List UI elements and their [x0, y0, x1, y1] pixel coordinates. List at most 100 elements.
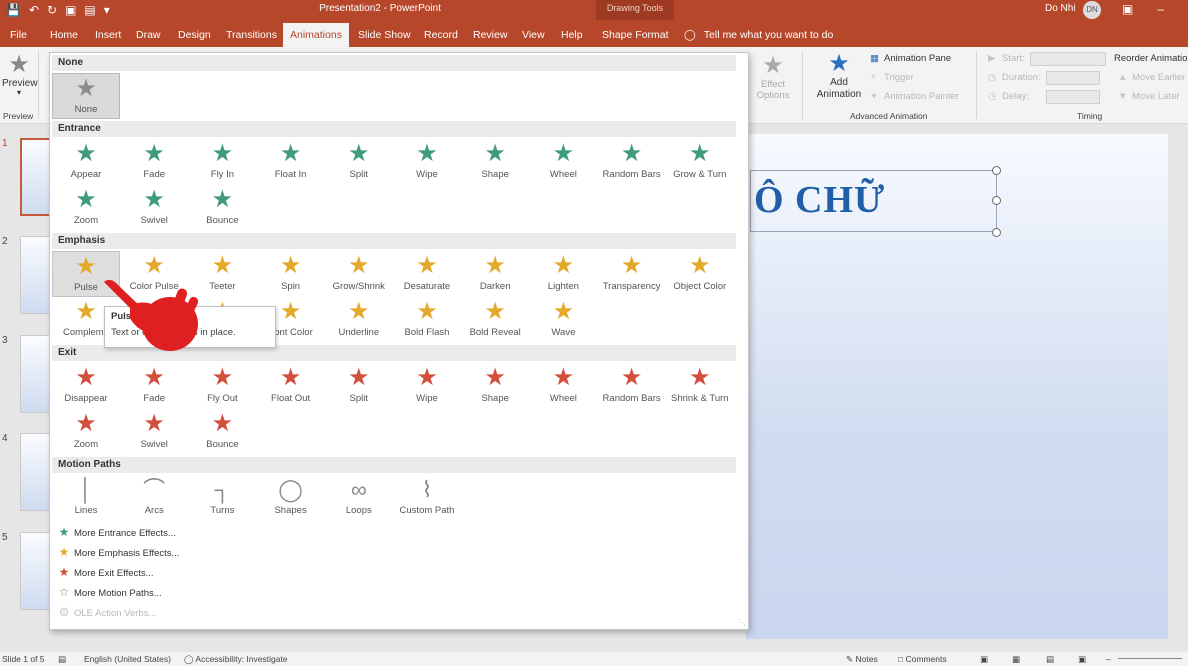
tab-slide-show[interactable]: Slide Show	[351, 25, 418, 47]
star-icon: ★	[416, 140, 438, 167]
zoom-out-icon[interactable]: –	[1106, 654, 1111, 664]
effect-exit-swivel[interactable]: ★ Swivel	[120, 409, 188, 455]
effect-emphasis-underline[interactable]: ★ Underline	[325, 297, 393, 343]
effect-exit-shape[interactable]: ★ Shape	[461, 363, 529, 409]
tell-me-box[interactable]: ◯ Tell me what you want to do	[684, 25, 833, 45]
more-emphasis-effects-link[interactable]: ★ More Emphasis Effects...	[54, 545, 180, 559]
zoom-slider[interactable]	[1118, 658, 1182, 659]
duration-input[interactable]	[1046, 71, 1100, 85]
trigger-button[interactable]: ⚡ Trigger	[870, 72, 914, 83]
minimize-icon[interactable]: –	[1157, 2, 1164, 16]
user-name[interactable]: Do Nhi	[1045, 3, 1076, 14]
move-later-button[interactable]: ▼ Move Later	[1118, 91, 1180, 102]
effect-entrance-bounce[interactable]: ★ Bounce	[188, 185, 256, 231]
effect-motion-loops[interactable]: ∞ Loops	[325, 475, 393, 521]
effect-exit-disappear[interactable]: ★ Disappear	[52, 363, 120, 409]
effect-emphasis-bold-reveal[interactable]: ★ Bold Reveal	[461, 297, 529, 343]
star-icon: ★	[211, 140, 234, 167]
ole-action-verbs-link[interactable]: ⚙ OLE Action Verbs...	[54, 605, 157, 619]
effect-entrance-split[interactable]: ★ Split	[325, 139, 393, 185]
resize-handle[interactable]	[992, 196, 1001, 205]
effect-exit-zoom[interactable]: ★ Zoom	[52, 409, 120, 455]
tab-home[interactable]: Home	[43, 25, 85, 47]
effect-entrance-wipe[interactable]: ★ Wipe	[393, 139, 461, 185]
effect-motion-turns[interactable]: ┐ Turns	[188, 475, 256, 521]
effect-exit-split[interactable]: ★ Split	[325, 363, 393, 409]
tab-shape-format[interactable]: Shape Format	[595, 25, 676, 47]
effect-motion-shapes[interactable]: ◯ Shapes	[257, 475, 325, 521]
effect-emphasis-spin[interactable]: ★ Spin	[257, 251, 325, 297]
effect-options-button[interactable]: ★ Effect Options	[752, 53, 794, 102]
effect-entrance-grow-turn[interactable]: ★ Grow & Turn	[666, 139, 734, 185]
language-status[interactable]: English (United States)	[84, 654, 171, 664]
more-motion-paths-link[interactable]: ☆ More Motion Paths...	[54, 585, 162, 599]
accessibility-status[interactable]: ◯ Accessibility: Investigate	[184, 654, 288, 665]
effect-emphasis-desaturate[interactable]: ★ Desaturate	[393, 251, 461, 297]
preview-button[interactable]: ★ Preview ▾	[2, 52, 38, 97]
animation-painter-button[interactable]: ✦ Animation Painter	[870, 91, 959, 102]
effect-exit-random-bars[interactable]: ★ Random Bars	[598, 363, 666, 409]
more-entrance-effects-link[interactable]: ★ More Entrance Effects...	[54, 525, 176, 539]
effect-exit-bounce[interactable]: ★ Bounce	[188, 409, 256, 455]
move-earlier-button[interactable]: ▲ Move Earlier	[1118, 72, 1185, 83]
comments-button[interactable]: □ Comments	[898, 654, 947, 664]
clock-icon: ◷	[988, 91, 997, 102]
resize-handle[interactable]	[992, 166, 1001, 175]
effect-motion-lines[interactable]: │ Lines	[52, 475, 120, 521]
resize-handle[interactable]	[992, 228, 1001, 237]
effect-exit-fly-out[interactable]: ★ Fly Out	[188, 363, 256, 409]
slide-sorter-icon[interactable]: ▦	[1012, 654, 1020, 665]
star-icon: ★	[75, 140, 97, 167]
effect-entrance-fly-in[interactable]: ★ Fly In	[188, 139, 256, 185]
effect-emphasis-transparency[interactable]: ★ Transparency	[598, 251, 666, 297]
notes-button[interactable]: ✎ Notes	[846, 654, 878, 665]
effect-motion-arcs[interactable]: ⌒ Arcs	[120, 475, 188, 521]
tab-help[interactable]: Help	[554, 25, 590, 47]
tab-insert[interactable]: Insert	[88, 25, 128, 47]
add-animation-button[interactable]: ★ Add Animation	[808, 51, 870, 101]
tab-view[interactable]: View	[515, 25, 552, 47]
selected-textbox[interactable]	[750, 170, 997, 232]
effect-entrance-swivel[interactable]: ★ Swivel	[120, 185, 188, 231]
effect-entrance-zoom[interactable]: ★ Zoom	[52, 185, 120, 231]
effect-entrance-fade[interactable]: ★ Fade	[120, 139, 188, 185]
normal-view-icon[interactable]: ▣	[980, 654, 988, 665]
effect-emphasis-grow-shrink[interactable]: ★ Grow/Shrink	[325, 251, 393, 297]
resize-grip-icon[interactable]: ⋱	[738, 618, 746, 627]
tab-design[interactable]: Design	[171, 25, 218, 47]
effect-emphasis-darken[interactable]: ★ Darken	[461, 251, 529, 297]
effect-entrance-wheel[interactable]: ★ Wheel	[529, 139, 597, 185]
animation-pane-button[interactable]: ▦ Animation Pane	[870, 53, 951, 64]
effect-emphasis-wave[interactable]: ★ Wave	[529, 297, 597, 343]
start-select[interactable]	[1030, 52, 1106, 66]
tab-animations[interactable]: Animations	[283, 23, 349, 47]
effect-exit-shrink-turn[interactable]: ★ Shrink & Turn	[666, 363, 734, 409]
effect-exit-wheel[interactable]: ★ Wheel	[529, 363, 597, 409]
tab-record[interactable]: Record	[417, 25, 465, 47]
effect-exit-wipe[interactable]: ★ Wipe	[393, 363, 461, 409]
effect-entrance-shape[interactable]: ★ Shape	[461, 139, 529, 185]
more-exit-effects-link[interactable]: ★ More Exit Effects...	[54, 565, 154, 579]
tab-draw[interactable]: Draw	[129, 25, 168, 47]
effect-emphasis-object-color[interactable]: ★ Object Color	[666, 251, 734, 297]
effect-entrance-appear[interactable]: ★ Appear	[52, 139, 120, 185]
ribbon-display-icon[interactable]: ▣	[1122, 2, 1133, 16]
effect-emphasis-lighten[interactable]: ★ Lighten	[529, 251, 597, 297]
spelling-icon[interactable]: ▤	[58, 654, 66, 665]
slideshow-view-icon[interactable]: ▣	[1078, 654, 1086, 665]
effect-entrance-float-in[interactable]: ★ Float In	[257, 139, 325, 185]
tab-transitions[interactable]: Transitions	[219, 25, 284, 47]
star-icon: ★	[143, 410, 165, 437]
tab-file[interactable]: File	[3, 25, 34, 47]
star-icon: ★	[211, 186, 234, 213]
effect-emphasis-bold-flash[interactable]: ★ Bold Flash	[393, 297, 461, 343]
effect-none[interactable]: ★ None	[52, 73, 120, 119]
avatar[interactable]: DN	[1083, 1, 1101, 19]
reading-view-icon[interactable]: ▤	[1046, 654, 1054, 665]
effect-exit-fade[interactable]: ★ Fade	[120, 363, 188, 409]
effect-exit-float-out[interactable]: ★ Float Out	[257, 363, 325, 409]
delay-input[interactable]	[1046, 90, 1100, 104]
tab-review[interactable]: Review	[466, 25, 514, 47]
effect-motion-custom-path[interactable]: ⌇ Custom Path	[393, 475, 461, 521]
effect-entrance-random-bars[interactable]: ★ Random Bars	[598, 139, 666, 185]
